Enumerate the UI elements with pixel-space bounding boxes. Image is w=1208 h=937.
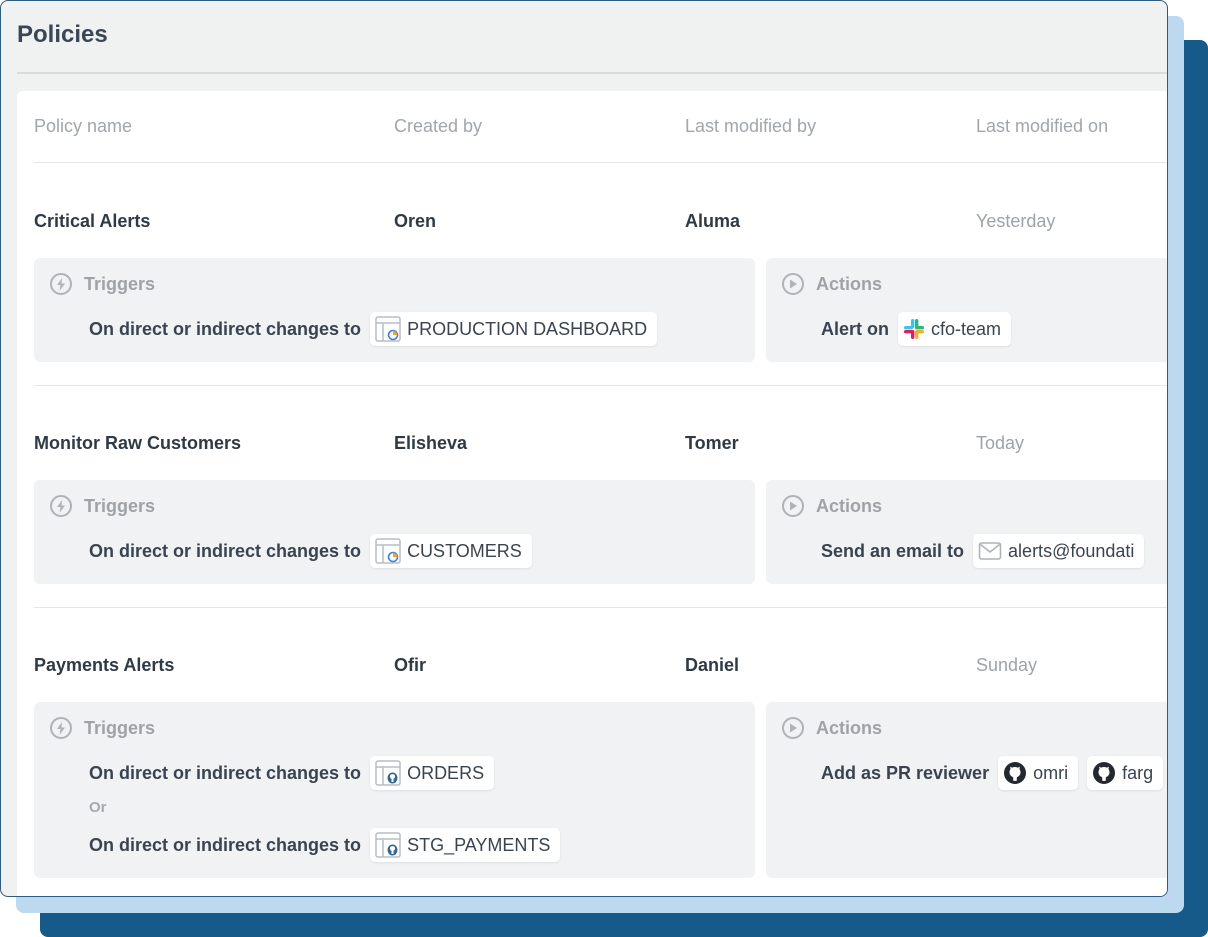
email-recipient-chip[interactable]: alerts@foundati — [973, 534, 1145, 568]
play-icon — [782, 717, 804, 739]
table-header: Policy name Created by Last modified by … — [17, 91, 1167, 163]
asset-name: PRODUCTION DASHBOARD — [407, 318, 648, 339]
trigger-text: On direct or indirect changes to — [89, 540, 362, 561]
asset-name: CUSTOMERS — [407, 540, 522, 561]
play-icon — [782, 495, 804, 517]
triggers-panel: Triggers On direct or indirect changes t… — [34, 480, 755, 584]
trigger-condition: On direct or indirect changes to CUSTOME… — [89, 534, 532, 568]
last-modified-on: Today — [976, 433, 1025, 453]
column-header-last-modified-by[interactable]: Last modified by — [685, 116, 816, 137]
reviewer-name: omri — [1033, 762, 1069, 783]
asset-chip[interactable]: CUSTOMERS — [370, 534, 532, 568]
reviewer-name: farg — [1122, 762, 1154, 783]
postgres-table-icon — [375, 760, 401, 786]
policy-name[interactable]: Payments Alerts — [34, 655, 174, 676]
policy-name[interactable]: Critical Alerts — [34, 211, 150, 232]
asset-chip[interactable]: STG_PAYMENTS — [370, 828, 561, 862]
triggers-label: Triggers — [84, 273, 156, 294]
row-divider — [34, 385, 1167, 386]
column-header-policy-name[interactable]: Policy name — [34, 116, 132, 137]
actions-panel: Actions Alert on cfo-team — [766, 258, 1167, 362]
or-separator: Or — [89, 799, 107, 816]
last-modified-on: Yesterday — [976, 211, 1056, 231]
last-modified-by: Daniel — [685, 655, 740, 675]
lightning-icon — [50, 495, 72, 517]
actions-header: Actions — [782, 495, 882, 517]
title-divider — [17, 72, 1167, 74]
postgres-table-icon — [375, 832, 401, 858]
actions-panel: Actions Send an email to alerts@foundati — [766, 480, 1167, 584]
actions-panel: Actions Add as PR reviewer omri farg — [766, 702, 1167, 878]
actions-header: Actions — [782, 273, 882, 295]
column-header-last-modified-on[interactable]: Last modified on — [976, 116, 1108, 137]
triggers-header: Triggers — [50, 273, 155, 295]
triggers-header: Triggers — [50, 717, 155, 739]
last-modified-by: Aluma — [685, 211, 741, 231]
action-condition: Alert on cfo-team — [821, 312, 1012, 346]
lightning-icon — [50, 273, 72, 295]
policies-window: Policies Policy name Created by Last mod… — [0, 0, 1168, 897]
actions-label: Actions — [816, 717, 883, 738]
triggers-label: Triggers — [84, 495, 156, 516]
triggers-label: Triggers — [84, 717, 156, 738]
created-by: Elisheva — [394, 433, 468, 453]
last-modified-by: Tomer — [685, 433, 739, 453]
reviewer-chip[interactable]: farg — [1087, 756, 1164, 790]
slack-channel-chip[interactable]: cfo-team — [898, 312, 1012, 346]
action-text: Alert on — [821, 318, 890, 339]
trigger-text: On direct or indirect changes to — [89, 318, 362, 339]
actions-label: Actions — [816, 495, 883, 516]
lightning-icon — [50, 717, 72, 739]
row-divider — [34, 607, 1167, 608]
last-modified-on: Sunday — [976, 655, 1038, 675]
asset-name: STG_PAYMENTS — [407, 834, 551, 855]
github-icon — [1004, 762, 1027, 784]
trigger-text: On direct or indirect changes to — [89, 762, 362, 783]
policies-table: Policy name Created by Last modified by … — [17, 91, 1167, 896]
header-divider — [34, 162, 1167, 163]
action-condition: Add as PR reviewer omri farg — [821, 756, 1164, 790]
trigger-condition: On direct or indirect changes to PRODUCT… — [89, 312, 658, 346]
github-icon — [1093, 762, 1116, 784]
play-icon — [782, 273, 804, 295]
dashboard-icon — [375, 538, 401, 564]
asset-chip[interactable]: PRODUCTION DASHBOARD — [370, 312, 658, 346]
page-title: Policies — [17, 21, 108, 48]
triggers-panel: Triggers On direct or indirect changes t… — [34, 258, 755, 362]
triggers-panel: Triggers On direct or indirect changes t… — [34, 702, 755, 878]
email-address: alerts@foundati — [1008, 540, 1135, 561]
mail-icon — [978, 542, 1002, 560]
column-header-created-by[interactable]: Created by — [394, 116, 482, 137]
reviewer-chip[interactable]: omri — [998, 756, 1079, 790]
asset-name: ORDERS — [407, 762, 485, 783]
triggers-header: Triggers — [50, 495, 155, 517]
actions-label: Actions — [816, 273, 883, 294]
slack-channel-name: cfo-team — [931, 318, 1002, 339]
slack-icon — [904, 319, 925, 339]
policy-name[interactable]: Monitor Raw Customers — [34, 433, 241, 454]
trigger-text: On direct or indirect changes to — [89, 834, 362, 855]
created-by: Oren — [394, 211, 437, 231]
created-by: Ofir — [394, 655, 427, 675]
dashboard-icon — [375, 316, 401, 342]
action-text: Send an email to — [821, 540, 965, 561]
action-text: Add as PR reviewer — [821, 762, 990, 783]
actions-header: Actions — [782, 717, 882, 739]
trigger-condition: On direct or indirect changes to ORDERS — [89, 756, 495, 790]
action-condition: Send an email to alerts@foundati — [821, 534, 1145, 568]
trigger-condition: On direct or indirect changes to STG_PAY… — [89, 828, 561, 862]
asset-chip[interactable]: ORDERS — [370, 756, 495, 790]
